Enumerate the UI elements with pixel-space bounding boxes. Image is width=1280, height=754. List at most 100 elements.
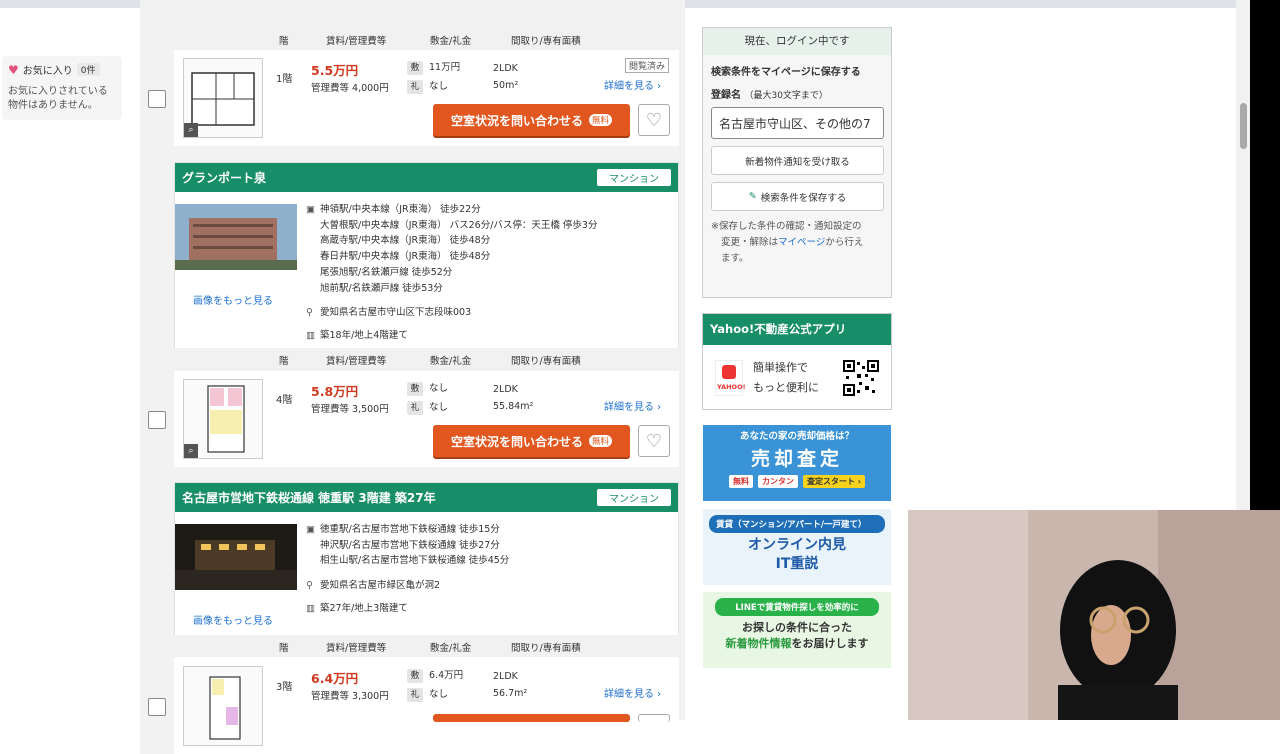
room-layout: 2LDK 55.84m²	[493, 381, 533, 415]
property-title-bar[interactable]: 名古屋市営地下鉄桜通線 徳重駅 3階建 築27年 マンション	[175, 483, 678, 512]
notify-label: 新着物件通知を受け取る	[745, 156, 850, 168]
pin-icon: ⚲	[306, 580, 313, 592]
favorite-heart-button[interactable]	[638, 714, 670, 722]
rei-value: なし	[429, 689, 449, 700]
registration-name-input[interactable]	[711, 107, 884, 139]
save-search-body: 検索条件をマイページに保存する 登録名 （最大30文字まで） 新着物件通知を受け…	[703, 55, 891, 273]
column-header: 階 賃料/管理費等 敷金/礼金 間取り/専有面積	[174, 28, 679, 50]
free-badge: 無料	[589, 435, 613, 447]
mypage-link[interactable]: マイページ	[778, 237, 825, 248]
column-header: 階 賃料/管理費等 敷金/礼金 間取り/専有面積	[174, 348, 679, 370]
property-photo[interactable]	[175, 524, 297, 590]
rei-tag: 礼	[407, 80, 423, 94]
property-title[interactable]: 名古屋市営地下鉄桜通線 徳重駅 3階建 築27年	[182, 489, 436, 506]
property-info: ▣ 神領駅/中央本線（JR東海） 徒歩22分 大曽根駅/中央本線（JR東海） バ…	[306, 202, 597, 344]
room-row: ⌕ 1階 5.5万円 管理費等 4,000円 敷 11万円 礼なし 2LDK 50…	[140, 50, 679, 146]
col-deposit: 敷金/礼金	[430, 643, 472, 654]
save-search-button[interactable]: ✎ 検索条件を保存する	[711, 182, 884, 211]
col-layout: 間取り/専有面積	[511, 643, 581, 654]
line-main-2a: 新着物件情報	[725, 637, 792, 650]
layout-type: 2LDK	[493, 384, 518, 395]
shiki-tag: 敷	[407, 669, 423, 683]
floorplan-image[interactable]: ⌕	[183, 58, 263, 138]
floorplan-image[interactable]	[183, 666, 263, 746]
favorite-heart-button[interactable]: ♡	[638, 425, 670, 457]
line-notify-banner[interactable]: LINEで賃貸物件探しを効率的に お探しの条件に合った 新着物件情報をお届けしま…	[703, 592, 891, 668]
details-link[interactable]: 詳細を見る ›	[604, 398, 661, 413]
room-layout: 2LDK 50m²	[493, 60, 518, 94]
note-suffix: から行え	[825, 237, 864, 248]
app-line-1: 簡単操作で	[753, 361, 808, 374]
inquire-button[interactable]	[433, 714, 630, 722]
online-viewing-banner[interactable]: 賃貸（マンション/アパート/一戸建て） オンライン内見 IT重説	[703, 509, 891, 585]
qr-code-icon	[843, 360, 879, 396]
inquire-label: 空室状況を問い合わせる	[450, 434, 583, 449]
property-title[interactable]: グランポート泉	[182, 169, 266, 186]
column-header: 階 賃料/管理費等 敷金/礼金 間取り/専有面積	[174, 635, 679, 657]
save-label: 検索条件を保存する	[760, 192, 847, 204]
col-floor: 階	[279, 643, 289, 654]
favorite-heart-button[interactable]: ♡	[638, 104, 670, 136]
inquire-button[interactable]: 空室状況を問い合わせる 無料	[433, 425, 630, 457]
shiki-value: なし	[429, 383, 449, 394]
details-label: 詳細を見る	[604, 81, 654, 92]
sale-free-tag: 無料	[728, 475, 753, 488]
app-title: Yahoo!不動産公式アプリ	[703, 314, 891, 345]
scrollbar-track[interactable]	[1236, 0, 1250, 510]
shiki-value: 6.4万円	[429, 670, 464, 681]
viewed-badge: 閲覧済み	[625, 58, 670, 73]
room-floor: 3階	[276, 682, 293, 693]
details-link[interactable]: 詳細を見る ›	[604, 77, 661, 92]
col-deposit: 敷金/礼金	[430, 36, 472, 47]
more-photos-link[interactable]: 画像をもっと見る	[193, 612, 273, 627]
rei-value: なし	[429, 402, 449, 413]
room-layout: 2LDK 56.7m²	[493, 668, 527, 702]
floorplan-image[interactable]: ⌕	[183, 379, 263, 459]
app-promo[interactable]: Yahoo!不動産公式アプリ YAHOO! 簡単操作で もっと便利に	[702, 313, 892, 410]
property-address: 愛知県名古屋市守山区下志段味003	[320, 307, 472, 319]
zoom-icon[interactable]: ⌕	[184, 123, 198, 137]
sale-banner-tags: 無料 カンタン 査定スタート ›	[703, 475, 891, 488]
room-checkbox[interactable]	[148, 411, 166, 429]
property-info: ▣ 徳重駅/名古屋市営地下鉄桜通線 徒歩15分 神沢駅/名古屋市営地下鉄桜通線 …	[306, 522, 509, 617]
favorites-count: 0件	[76, 63, 100, 76]
reg-name-hint: （最大30文字まで）	[744, 91, 828, 101]
room-deposit: 敷なし 礼なし	[407, 379, 448, 417]
train-icon: ▣	[306, 204, 315, 215]
note-line-3: ます。	[721, 253, 749, 264]
new-listing-notify-button[interactable]: 新着物件通知を受け取る	[711, 146, 884, 175]
rei-value: なし	[429, 81, 449, 92]
layout-area: 55.84m²	[493, 401, 534, 412]
property-title-bar[interactable]: グランポート泉 マンション	[175, 163, 678, 192]
sale-appraisal-banner[interactable]: あなたの家の売却価格は？ 売却査定 無料 カンタン 査定スタート ›	[703, 425, 891, 501]
inquire-button[interactable]: 空室状況を問い合わせる 無料	[433, 104, 630, 136]
scrollbar-thumb[interactable]	[1240, 103, 1247, 149]
favorites-panel: ♥ お気に入り 0件 お気に入りされている 物件はありません。	[2, 56, 122, 120]
favorites-header[interactable]: ♥ お気に入り 0件	[8, 62, 116, 77]
app-tagline: 簡単操作で もっと便利に	[753, 358, 819, 398]
more-photos-link[interactable]: 画像をもっと見る	[193, 292, 273, 307]
app-logo-text: YAHOO!	[717, 383, 746, 391]
col-rent: 賃料/管理費等	[326, 356, 387, 367]
online-main-2: IT重説	[775, 556, 819, 572]
property-photo[interactable]	[175, 204, 297, 270]
room-checkbox[interactable]	[148, 698, 166, 716]
zoom-icon[interactable]: ⌕	[184, 444, 198, 458]
webcam-image	[908, 510, 1280, 720]
col-floor: 階	[279, 356, 289, 367]
details-label: 詳細を見る	[604, 402, 654, 413]
room-deposit: 敷 6.4万円 礼なし	[407, 666, 463, 704]
reg-name-text: 登録名	[711, 90, 741, 101]
shiki-tag: 敷	[407, 382, 423, 396]
col-floor: 階	[279, 36, 289, 47]
pin-icon: ⚲	[306, 307, 313, 319]
layout-type: 2LDK	[493, 671, 518, 682]
rei-tag: 礼	[407, 688, 423, 702]
room-floor: 1階	[276, 74, 293, 85]
save-to-mypage-heading: 検索条件をマイページに保存する	[711, 67, 861, 78]
room-checkbox[interactable]	[148, 90, 166, 108]
room-mgmt-fee: 管理費等 3,300円	[311, 691, 389, 702]
details-link[interactable]: 詳細を見る ›	[604, 685, 661, 700]
property-age: 築18年/地上4階建て	[320, 329, 408, 341]
address-row: ⚲ 愛知県名古屋市緑区亀が洞2	[306, 578, 509, 594]
